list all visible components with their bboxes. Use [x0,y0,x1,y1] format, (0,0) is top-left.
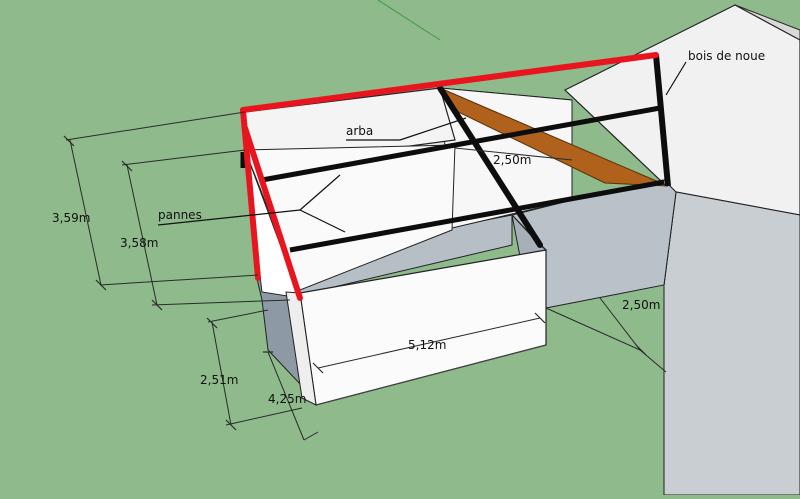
label-arba: arba [346,124,373,138]
dim-depth-250-right: 2,50m [622,298,660,312]
dim-height-251: 2,51m [200,373,238,387]
dim-depth-425: 4,25m [268,392,306,406]
label-pannes: pannes [158,208,202,222]
sketchup-viewport: bois de noue arba pannes 3,59m 3,58m 2,5… [0,0,800,496]
label-bois-de-noue: bois de noue [688,49,765,63]
dim-height-359: 3,59m [52,211,90,225]
dim-height-358: 3,58m [120,236,158,250]
scene: bois de noue arba pannes 3,59m 3,58m 2,5… [0,0,800,496]
dim-width-512: 5,12m [408,338,446,352]
dim-depth-250-top: 2,50m [493,153,531,167]
